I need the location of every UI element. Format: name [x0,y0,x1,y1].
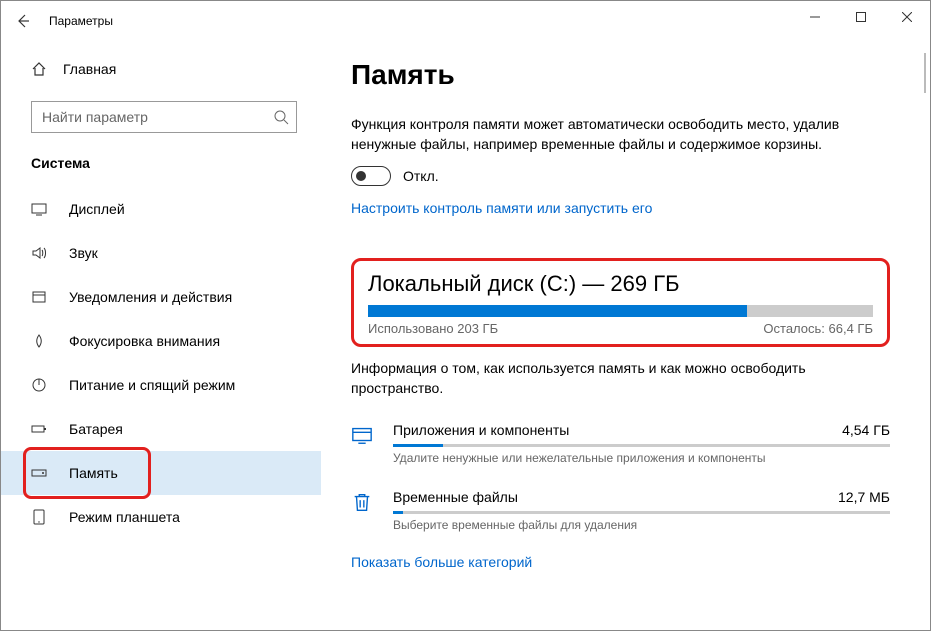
nav-label: Режим планшета [69,509,180,525]
category-temp[interactable]: Временные файлы 12,7 МБ Выберите временны… [351,489,890,532]
toggle-row: Откл. [351,166,890,186]
disk-labels: Использовано 203 ГБ Осталось: 66,4 ГБ [368,321,873,336]
sidebar-item-focus[interactable]: Фокусировка внимания [1,319,321,363]
nav-label: Фокусировка внимания [69,333,220,349]
arrow-left-icon [15,13,31,29]
search-wrap [31,101,297,133]
disk-block: Локальный диск (C:) — 269 ГБ Использован… [351,258,890,347]
sidebar-group-title: Система [31,155,321,171]
disk-used-label: Использовано 203 ГБ [368,321,498,336]
nav-label: Звук [69,245,98,261]
category-bar-fill [393,444,443,447]
maximize-button[interactable] [838,1,884,33]
category-body: Временные файлы 12,7 МБ Выберите временны… [393,489,890,532]
window-title: Параметры [49,14,113,28]
category-sub: Выберите временные файлы для удаления [393,518,890,532]
close-icon [902,12,912,22]
sidebar-home-label: Главная [63,61,116,77]
nav-label: Уведомления и действия [69,289,232,305]
power-icon [31,377,47,393]
home-icon [31,61,47,77]
minimize-button[interactable] [792,1,838,33]
titlebar: Параметры [1,1,930,41]
category-bar [393,444,890,447]
category-size: 4,54 ГБ [842,422,890,438]
sidebar: Главная Система Дисплей Звук Уведомления… [1,41,321,630]
trash-icon [351,491,373,513]
scrollbar[interactable] [924,53,926,93]
sidebar-item-storage[interactable]: Память [1,451,321,495]
sidebar-item-notifications[interactable]: Уведомления и действия [1,275,321,319]
sound-icon [31,245,47,261]
disk-free-label: Осталось: 66,4 ГБ [763,321,873,336]
focus-icon [31,333,47,349]
sidebar-item-tablet[interactable]: Режим планшета [1,495,321,539]
nav-label: Батарея [69,421,123,437]
disk-usage-bar [368,305,873,317]
maximize-icon [856,12,866,22]
storage-icon [31,465,47,481]
nav-label: Дисплей [69,201,125,217]
minimize-icon [810,12,820,22]
info-text: Информация о том, как используется памят… [351,359,890,398]
sidebar-item-sound[interactable]: Звук [1,231,321,275]
category-size: 12,7 МБ [838,489,890,505]
close-button[interactable] [884,1,930,33]
category-bar [393,511,890,514]
window-controls [792,1,930,33]
settings-window: Параметры Главная Система Дисплей [0,0,931,631]
sidebar-item-power[interactable]: Питание и спящий режим [1,363,321,407]
toggle-label: Откл. [403,168,439,184]
category-name: Приложения и компоненты [393,422,569,438]
category-sub: Удалите ненужные или нежелательные прило… [393,451,890,465]
search-input[interactable] [31,101,297,133]
category-apps[interactable]: Приложения и компоненты 4,54 ГБ Удалите н… [351,422,890,465]
storage-sense-description: Функция контроля памяти может автоматиче… [351,115,851,154]
disk-title: Локальный диск (C:) — 269 ГБ [368,271,873,297]
notifications-icon [31,289,47,305]
sidebar-home[interactable]: Главная [1,49,321,89]
sidebar-item-battery[interactable]: Батарея [1,407,321,451]
sidebar-item-display[interactable]: Дисплей [1,187,321,231]
apps-icon [351,424,373,446]
configure-link[interactable]: Настроить контроль памяти или запустить … [351,200,652,216]
main-panel: Память Функция контроля памяти может авт… [321,41,930,630]
page-heading: Память [351,59,890,91]
show-more-link[interactable]: Показать больше категорий [351,554,890,570]
nav-label: Питание и спящий режим [69,377,235,393]
battery-icon [31,421,47,437]
category-bar-fill [393,511,403,514]
category-body: Приложения и компоненты 4,54 ГБ Удалите н… [393,422,890,465]
tablet-icon [31,509,47,525]
disk-usage-fill [368,305,747,317]
display-icon [31,201,47,217]
storage-sense-toggle[interactable] [351,166,391,186]
category-name: Временные файлы [393,489,518,505]
nav-label: Память [69,465,118,481]
back-button[interactable] [1,1,45,41]
